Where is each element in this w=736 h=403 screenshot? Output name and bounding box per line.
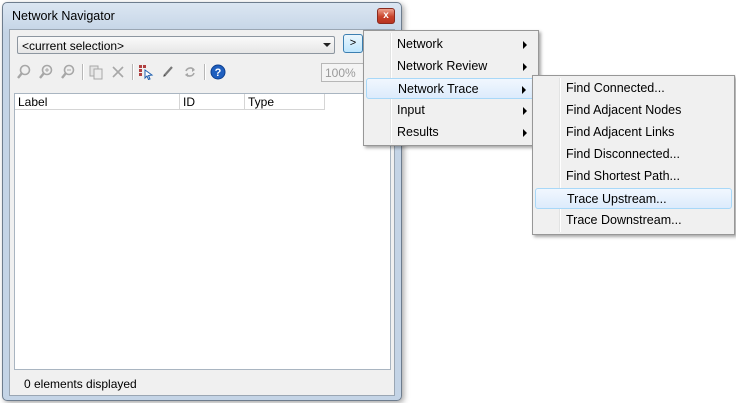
menu-item-results[interactable]: Results	[366, 122, 536, 143]
network-navigator-window: Network Navigator x <current selection> …	[2, 2, 402, 401]
toolbar-separator	[204, 64, 206, 80]
submenu-item-find-adjacent-links[interactable]: Find Adjacent Links	[535, 122, 732, 143]
menu-item-label: Trace Upstream...	[567, 192, 667, 206]
toolbar-separator	[132, 64, 134, 80]
submenu-item-trace-downstream[interactable]: Trace Downstream...	[535, 210, 732, 231]
menu-item-network-review[interactable]: Network Review	[366, 56, 536, 77]
menu-item-network-trace[interactable]: Network Trace	[366, 78, 536, 99]
elements-list[interactable]: Label ID Type	[14, 93, 391, 370]
zoom-level-value: 100%	[325, 66, 356, 80]
column-header-id[interactable]: ID	[180, 94, 245, 110]
menu-item-label: Results	[397, 125, 439, 139]
select-icon[interactable]	[136, 62, 156, 82]
chevron-down-icon	[323, 43, 331, 47]
chevron-right-icon	[523, 129, 527, 137]
menu-item-label: Network	[397, 37, 443, 51]
submenu-item-trace-upstream[interactable]: Trace Upstream...	[535, 188, 732, 209]
chevron-right-icon	[523, 63, 527, 71]
window-client-area: <current selection> > ? 100% Label ID Ty…	[9, 29, 395, 396]
close-icon: x	[383, 10, 389, 21]
column-header-type[interactable]: Type	[245, 94, 325, 110]
menu-item-label: Find Connected...	[566, 81, 665, 95]
menu-item-label: Find Adjacent Nodes	[566, 103, 682, 117]
chevron-right-icon	[523, 41, 527, 49]
refresh-icon[interactable]	[180, 62, 200, 82]
delete-icon[interactable]	[108, 62, 128, 82]
menu-item-label: Find Shortest Path...	[566, 169, 680, 183]
chevron-right-icon	[523, 107, 527, 115]
window-title: Network Navigator	[12, 9, 115, 23]
status-text: 0 elements displayed	[24, 377, 137, 391]
column-header-label[interactable]: Label	[15, 94, 180, 110]
zoom-in-icon[interactable]	[36, 62, 56, 82]
network-trace-submenu: Find Connected... Find Adjacent Nodes Fi…	[532, 75, 735, 235]
selection-dropdown[interactable]: <current selection>	[17, 36, 335, 54]
menu-item-label: Trace Downstream...	[566, 213, 682, 227]
help-icon[interactable]: ?	[208, 62, 228, 82]
submenu-item-find-shortest-path[interactable]: Find Shortest Path...	[535, 166, 732, 187]
toolbar: ?	[14, 62, 314, 84]
toolbar-separator	[82, 64, 84, 80]
submenu-item-find-adjacent-nodes[interactable]: Find Adjacent Nodes	[535, 100, 732, 121]
submenu-item-find-connected[interactable]: Find Connected...	[535, 78, 732, 99]
submenu-item-find-disconnected[interactable]: Find Disconnected...	[535, 144, 732, 165]
selection-value: <current selection>	[22, 39, 125, 53]
chevron-right-icon	[522, 86, 526, 94]
menu-item-input[interactable]: Input	[366, 100, 536, 121]
svg-text:?: ?	[215, 67, 222, 79]
menu-item-label: Input	[397, 103, 425, 117]
menu-item-label: Find Disconnected...	[566, 147, 680, 161]
close-button[interactable]: x	[377, 8, 395, 24]
network-menu: Network Network Review Network Trace Inp…	[363, 30, 539, 146]
zoom-out-icon[interactable]	[58, 62, 78, 82]
edit-icon[interactable]	[158, 62, 178, 82]
zoom-extent-icon[interactable]	[14, 62, 34, 82]
menu-item-label: Network Review	[397, 59, 488, 73]
menu-item-network[interactable]: Network	[366, 34, 536, 55]
menu-item-label: Network Trace	[398, 82, 479, 96]
menu-item-label: Find Adjacent Links	[566, 125, 675, 139]
copy-icon[interactable]	[86, 62, 106, 82]
go-button[interactable]: >	[343, 34, 363, 53]
